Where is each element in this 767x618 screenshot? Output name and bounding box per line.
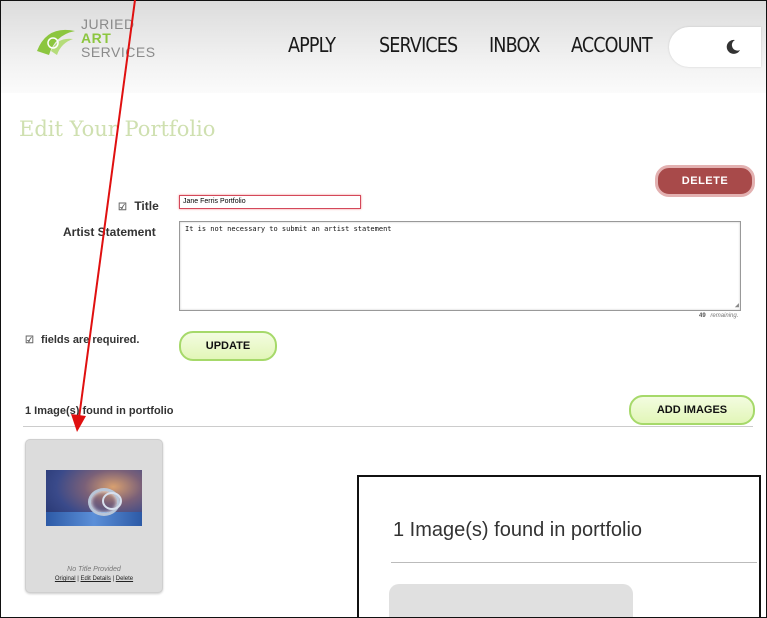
chars-remaining-count: 49 <box>699 313 706 319</box>
resize-handle-icon[interactable]: ◢ <box>735 301 739 309</box>
required-check-icon: ☑ <box>118 202 127 213</box>
zoom-divider <box>391 562 757 563</box>
delete-image-link[interactable]: Delete <box>116 576 133 582</box>
browser-frame: JURIED ART SERVICES APPLY SERVICES INBOX… <box>0 0 767 618</box>
zoom-images-found-count: 1 Image(s) found in portfolio <box>393 519 643 541</box>
image-title-caption: No Title Provided <box>67 566 121 573</box>
required-note-check-icon: ☑ <box>25 335 34 346</box>
nav-services[interactable]: SERVICES <box>379 33 458 57</box>
artist-statement-text: It is not necessary to submit an artist … <box>185 225 392 233</box>
update-button[interactable]: UPDATE <box>179 331 277 361</box>
logo-line-services: SERVICES <box>81 44 156 60</box>
edit-details-link[interactable]: Edit Details <box>80 576 110 582</box>
nav-inbox[interactable]: INBOX <box>489 33 540 57</box>
logo-mark-icon <box>37 29 75 55</box>
delete-portfolio-button[interactable]: DELETE <box>655 165 755 197</box>
link-separator: | <box>112 576 115 582</box>
chars-remaining-label: remaining. <box>710 313 739 319</box>
artist-statement-label: Artist Statement <box>63 225 156 239</box>
section-divider <box>23 426 753 427</box>
artist-statement-textarea[interactable]: It is not necessary to submit an artist … <box>179 221 741 311</box>
logo-line-art: ART <box>81 30 112 46</box>
theme-toggle[interactable] <box>669 27 761 67</box>
add-images-button[interactable]: ADD IMAGES <box>629 395 755 425</box>
title-label-text: Title <box>134 199 159 213</box>
thumbnail-ring-inner <box>102 492 122 510</box>
portfolio-image-card: No Title Provided Original | Edit Detail… <box>25 439 163 593</box>
images-found-count: 1 Image(s) found in portfolio <box>25 405 174 417</box>
artwork-thumbnail[interactable] <box>46 470 142 526</box>
site-logo[interactable]: JURIED ART SERVICES <box>35 17 175 67</box>
site-header: JURIED ART SERVICES APPLY SERVICES INBOX… <box>1 1 766 93</box>
required-note: ☑ fields are required. <box>25 334 139 346</box>
title-label: ☑ Title <box>118 199 159 213</box>
chars-remaining: 49 remaining. <box>699 313 738 319</box>
link-separator: | <box>77 576 79 582</box>
image-actions: Original | Edit Details | Delete <box>26 576 162 582</box>
zoom-callout: 1 Image(s) found in portfolio <box>357 475 761 617</box>
thumbnail-water <box>46 512 142 526</box>
required-note-text: fields are required. <box>41 334 140 346</box>
page-title: Edit Your Portfolio <box>19 117 216 141</box>
moon-icon <box>726 39 740 54</box>
zoom-image-card <box>389 584 633 617</box>
nav-apply[interactable]: APPLY <box>288 33 336 57</box>
title-input[interactable]: Jane Ferris Portfolio <box>179 195 361 209</box>
nav-account[interactable]: ACCOUNT <box>571 33 653 57</box>
original-link[interactable]: Original <box>55 576 76 582</box>
logo-text: JURIED ART SERVICES <box>81 17 156 59</box>
logo-line-juried: JURIED <box>81 16 135 32</box>
